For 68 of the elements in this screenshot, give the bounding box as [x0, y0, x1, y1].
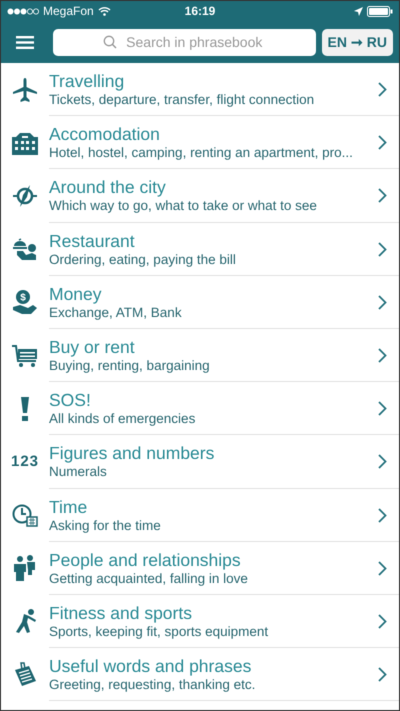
chevron-icon — [378, 348, 387, 364]
category-description: Tickets, departure, transfer, flight connection — [49, 91, 316, 108]
chevron-icon — [378, 560, 387, 576]
category-title: Figures and numbers — [49, 443, 216, 464]
category-description: Numerals — [49, 463, 108, 480]
category-description: Which way to go, what to take or what to see — [49, 197, 318, 214]
category-title: Accomodation — [49, 124, 161, 144]
notepad-icon — [12, 662, 38, 688]
category-item[interactable]: Around the city Which way to go, what to take or what to see — [1, 169, 399, 223]
wifi-icon — [98, 6, 111, 16]
category-title: Money — [49, 284, 103, 304]
category-item[interactable]: Buy or rent Buying, renting, bargaining — [1, 328, 399, 382]
carrier-name: MegaFon — [43, 4, 94, 18]
clock-calendar-icon — [12, 503, 38, 528]
category-item[interactable]: People and relationships Getting acquainted, falling in love — [1, 542, 399, 595]
location-icon — [354, 6, 363, 16]
chevron-icon — [378, 188, 387, 204]
category-description: Exchange, ATM, Bank — [49, 304, 183, 321]
status-time: 16:19 — [184, 4, 216, 18]
compass-icon — [12, 182, 38, 209]
category-title: Fitness and sports — [49, 602, 193, 623]
category-title: Travelling — [49, 71, 126, 92]
chevron-icon — [378, 294, 387, 310]
building-icon — [12, 130, 38, 155]
category-item[interactable]: Fitness and sports Sports, keeping fit, sports equipment — [1, 594, 399, 648]
chevron-icon — [378, 667, 387, 682]
category-description: Hotel, hostel, camping, renting an apartment, pro... — [49, 144, 354, 162]
category-title: Around the city — [49, 177, 167, 198]
category-item[interactable]: $ Money Exchange, ATM, Bank — [1, 276, 399, 329]
chevron-icon — [378, 242, 387, 257]
category-description: Buying, renting, bargaining — [49, 357, 211, 374]
category-description: All kinds of emergencies — [49, 410, 196, 428]
shopping-cart-icon — [11, 344, 39, 368]
category-description: Getting acquainted, falling in love — [49, 570, 249, 587]
language-pair-button[interactable]: EN ➞ RU — [322, 28, 393, 56]
exclamation-icon — [20, 396, 30, 421]
stretching-person-icon — [13, 608, 37, 634]
category-item[interactable]: Restaurant Ordering, eating, paying the bill — [1, 222, 399, 276]
chevron-icon — [378, 401, 387, 416]
airplane-icon — [12, 76, 38, 103]
numbers-icon: 123 — [10, 453, 40, 470]
category-description: Ordering, eating, paying the bill — [49, 250, 237, 268]
category-description: Asking for the time — [49, 516, 162, 534]
chevron-icon — [378, 135, 387, 150]
category-title: Restaurant — [49, 230, 136, 251]
search-icon — [103, 35, 117, 49]
menu-icon — [16, 36, 34, 48]
category-title: SOS! — [49, 390, 92, 410]
category-item[interactable]: Travelling Tickets, departure, transfer, flight connection — [1, 63, 399, 116]
people-icon — [12, 555, 38, 582]
category-description: Sports, keeping fit, sports equipment — [49, 623, 270, 640]
chevron-icon — [378, 508, 387, 523]
chevron-icon — [378, 82, 387, 98]
signal-icon — [7, 8, 39, 14]
category-item[interactable]: Time Asking for the time — [1, 488, 399, 542]
category-title: Buy or rent — [49, 337, 136, 358]
chevron-icon — [378, 614, 387, 629]
category-item[interactable]: SOS! All kinds of emergencies — [1, 382, 399, 436]
category-title: People and relationships — [49, 550, 242, 570]
category-item[interactable]: Useful words and phrases Greeting, requesting, thanking etc. — [1, 648, 399, 702]
chevron-icon — [378, 454, 387, 470]
category-description: Greeting, requesting, thanking etc. — [49, 676, 256, 694]
category-title: Time — [49, 496, 88, 517]
category-item[interactable]: Accomodation Hotel, hostel, camping, renting an apartment, pro... — [1, 116, 399, 170]
waiter-icon — [12, 237, 38, 262]
search-field[interactable]: Search in phrasebook — [53, 28, 316, 56]
battery-icon — [367, 6, 393, 16]
category-title: Useful words and phrases — [49, 656, 252, 676]
